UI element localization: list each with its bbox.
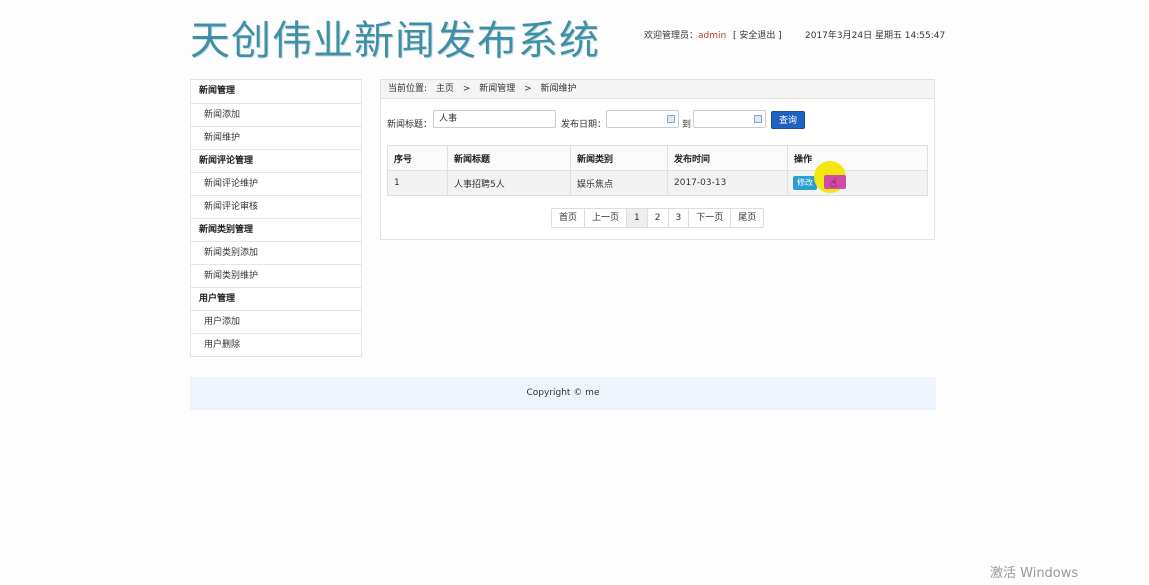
sidebar-group-comments[interactable]: 新闻评论管理 (191, 149, 361, 172)
query-button[interactable]: 查询 (771, 111, 805, 129)
pagination: 首页 上一页 1 2 3 下一页 尾页 (551, 208, 765, 228)
sidebar-item-category-add[interactable]: 新闻类别添加 (191, 241, 361, 264)
welcome-prefix: 欢迎管理员： (644, 31, 699, 41)
sidebar-group-categories[interactable]: 新闻类别管理 (191, 218, 361, 241)
cell-date: 2017-03-13 (667, 170, 788, 196)
col-header-title: 新闻标题 (447, 145, 571, 171)
admin-name: admin (698, 31, 727, 41)
col-header-actions: 操作 (787, 145, 928, 171)
sidebar-item-user-delete[interactable]: 用户删除 (191, 333, 361, 356)
col-header-category: 新闻类别 (570, 145, 668, 171)
search-bar: 新闻标题： 人事 发布日期： 到 查询 (387, 110, 928, 132)
sidebar: 新闻管理 新闻添加 新闻维护 新闻评论管理 新闻评论维护 新闻评论审核 新闻类别… (190, 79, 362, 357)
copyright: Copyright © me (526, 388, 600, 398)
col-header-date: 发布时间 (667, 145, 788, 171)
sidebar-item-user-add[interactable]: 用户添加 (191, 310, 361, 333)
welcome-text: 欢迎管理员：admin (644, 28, 726, 41)
footer: Copyright © me (190, 377, 936, 410)
to-label: 到 (682, 120, 692, 130)
col-header-id: 序号 (387, 145, 448, 171)
sidebar-item-news-add[interactable]: 新闻添加 (191, 103, 361, 126)
pager-page-3[interactable]: 3 (667, 209, 689, 227)
sidebar-item-comment-maintain[interactable]: 新闻评论维护 (191, 172, 361, 195)
title-label: 新闻标题： (387, 120, 433, 130)
site-logo: 天创伟业新闻发布系统 (190, 18, 600, 64)
table-row: 1 人事招聘5人 娱乐焦点 2017-03-13 修改 ☝ (387, 160, 928, 196)
cell-id: 1 (387, 170, 448, 196)
pager-prev[interactable]: 上一页 (584, 209, 626, 227)
cell-category: 娱乐焦点 (570, 170, 668, 196)
calendar-icon[interactable] (754, 115, 762, 123)
hand-cursor-icon: ☝ (829, 175, 838, 190)
pager-next[interactable]: 下一页 (688, 209, 730, 227)
calendar-icon[interactable] (667, 115, 675, 123)
start-date-input[interactable] (606, 110, 679, 128)
pager-page-1[interactable]: 1 (626, 209, 647, 227)
date-label: 发布日期： (561, 120, 607, 130)
pager-page-2[interactable]: 2 (646, 209, 668, 227)
news-table: 序号 新闻标题 新闻类别 发布时间 操作 1 人事招聘5人 娱乐焦点 2017-… (387, 145, 928, 196)
breadcrumb-sep: > (524, 84, 532, 94)
breadcrumb-current: 新闻维护 (540, 84, 577, 94)
pager-last[interactable]: 尾页 (730, 209, 763, 227)
cell-actions: 修改 ☝ (787, 160, 928, 196)
cell-title: 人事招聘5人 (447, 170, 571, 196)
windows-activation-watermark: 激活 Windows (990, 566, 1079, 581)
sidebar-item-category-maintain[interactable]: 新闻类别维护 (191, 264, 361, 287)
sidebar-group-news[interactable]: 新闻管理 (191, 80, 361, 103)
breadcrumb-prefix: 当前位置: (388, 84, 428, 94)
main-panel: 当前位置: 主页 > 新闻管理 > 新闻维护 新闻标题： 人事 发布日期： 到 … (380, 79, 935, 240)
delete-button-wrap: ☝ (813, 160, 846, 193)
breadcrumb-news-mgmt[interactable]: 新闻管理 (479, 84, 515, 94)
sidebar-group-users[interactable]: 用户管理 (191, 287, 361, 310)
datetime: 2017年3月24日 星期五 14:55:47 (805, 31, 946, 41)
pager-first[interactable]: 首页 (552, 209, 584, 227)
sidebar-item-comment-review[interactable]: 新闻评论审核 (191, 195, 361, 218)
end-date-input[interactable] (693, 110, 766, 128)
logout-link[interactable]: [ 安全退出 ] (733, 28, 782, 41)
table-header-row: 序号 新闻标题 新闻类别 发布时间 操作 (387, 145, 928, 171)
title-search-input[interactable]: 人事 (433, 110, 556, 128)
breadcrumb: 当前位置: 主页 > 新闻管理 > 新闻维护 (381, 80, 934, 99)
breadcrumb-sep: > (462, 84, 471, 94)
sidebar-item-news-maintain[interactable]: 新闻维护 (191, 126, 361, 149)
breadcrumb-home[interactable]: 主页 (436, 84, 454, 94)
